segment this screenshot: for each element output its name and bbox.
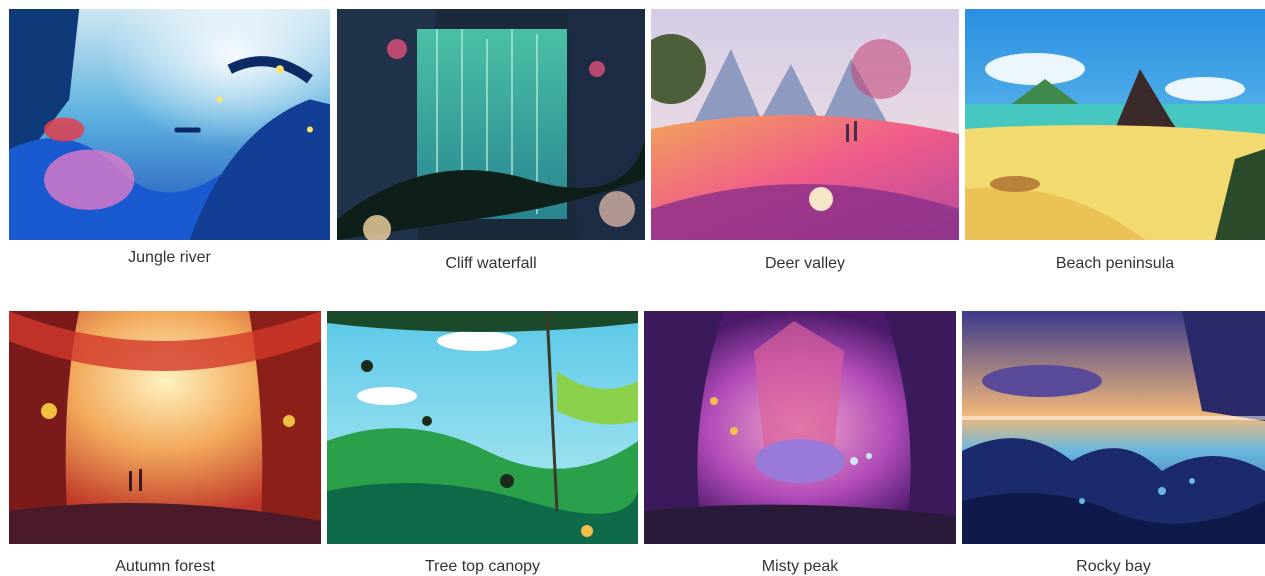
gallery-item-beach-peninsula[interactable]: Beach peninsula <box>965 9 1265 275</box>
beach-peninsula-illustration[interactable] <box>965 9 1265 240</box>
autumn-forest-illustration[interactable] <box>9 311 321 544</box>
rocky-bay-illustration[interactable] <box>962 311 1265 544</box>
gallery-item-jungle-river[interactable]: Jungle river <box>9 9 330 271</box>
caption-jungle-river: Jungle river <box>128 249 211 266</box>
misty-peak-illustration[interactable] <box>644 311 956 544</box>
caption-rocky-bay: Rocky bay <box>1076 558 1151 575</box>
caption-misty-peak: Misty peak <box>761 558 839 575</box>
gallery-item-cliff-waterfall[interactable]: Cliff waterfall <box>337 9 645 275</box>
gallery-item-misty-peak[interactable]: Misty peak <box>644 311 956 576</box>
gallery-item-deer-valley[interactable]: Deer valley <box>651 9 959 275</box>
gallery-item-autumn-forest[interactable]: Autumn forest <box>9 311 321 576</box>
deer-valley-illustration[interactable] <box>651 9 959 240</box>
tree-top-canopy-illustration[interactable] <box>327 311 638 544</box>
caption-autumn-forest: Autumn forest <box>115 558 215 575</box>
caption-deer-valley: Deer valley <box>764 255 846 272</box>
cliff-waterfall-illustration[interactable] <box>337 9 645 240</box>
caption-beach-peninsula: Beach peninsula <box>1055 255 1175 272</box>
gallery-item-tree-top-canopy[interactable]: Tree top canopy <box>327 311 638 576</box>
caption-tree-top-canopy: Tree top canopy <box>424 558 541 575</box>
jungle-river-illustration[interactable] <box>9 9 330 240</box>
caption-cliff-waterfall: Cliff waterfall <box>445 255 537 272</box>
gallery-item-rocky-bay[interactable]: Rocky bay <box>962 311 1265 576</box>
